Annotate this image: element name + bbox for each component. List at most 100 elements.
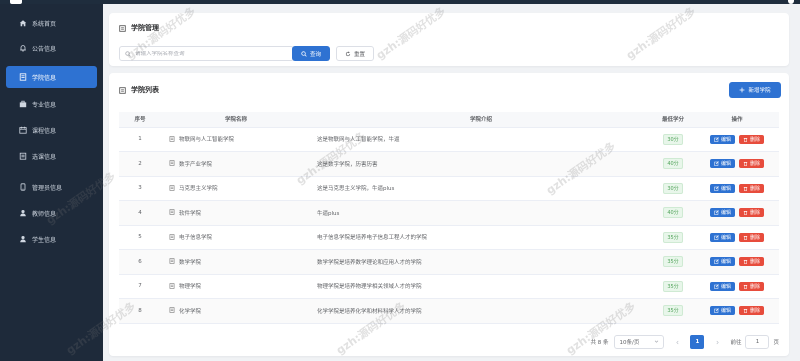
top-bar <box>0 0 800 4</box>
row-name: 数字产业学院 <box>179 161 213 168</box>
edit-button[interactable]: 编辑 <box>709 134 735 144</box>
row-no: 3 <box>119 176 161 201</box>
row-actions: 编辑 删除 <box>695 274 779 299</box>
col-header-no: 序号 <box>119 112 161 128</box>
trash-icon <box>743 137 748 142</box>
sidebar-item-1[interactable]: 公告信息 <box>6 37 97 59</box>
row-intro: 这是数字学院，历害历害 <box>311 151 651 177</box>
row-actions: 编辑 删除 <box>695 176 779 201</box>
refresh-icon <box>345 50 351 57</box>
sidebar-item-3[interactable]: 专业信息 <box>6 93 97 115</box>
row-intro: 牛逼plus <box>311 200 651 226</box>
sidebar-item-label: 教师信息 <box>32 210 57 218</box>
search-card: 学院管理 查询 重置 <box>109 13 789 66</box>
avatar[interactable] <box>788 0 794 4</box>
trash-icon <box>743 186 748 191</box>
row-intro: 这是物联网与人工智能学院，牛逼 <box>311 127 651 152</box>
page-title: 学院管理 <box>119 23 159 33</box>
credit-badge: 35分 <box>663 231 683 243</box>
row-credit-cell: 30分 <box>651 176 695 201</box>
page-size-select[interactable]: 10条/页 <box>614 335 665 349</box>
sidebar-item-7[interactable]: 教师信息 <box>6 202 97 224</box>
col-header-intro: 学院介绍 <box>311 112 651 128</box>
edit-button[interactable]: 编辑 <box>709 281 735 291</box>
delete-label: 删除 <box>750 259 761 266</box>
chevron-left-icon <box>676 340 679 344</box>
row-name-cell: 物联网与人工智能学院 <box>161 127 311 152</box>
sidebar: 系统首页公告信息学院信息专业信息课程信息选课信息管理员信息教师信息学生信息 <box>0 4 103 361</box>
sidebar-item-label: 公告信息 <box>32 45 57 53</box>
document-icon <box>169 307 175 315</box>
sidebar-item-4[interactable]: 课程信息 <box>6 119 97 141</box>
sidebar-item-0[interactable]: 系统首页 <box>6 12 97 34</box>
add-college-button[interactable]: 新增学院 <box>729 82 781 98</box>
prev-page-button[interactable] <box>670 335 684 349</box>
reset-button[interactable]: 重置 <box>336 46 374 61</box>
row-no: 4 <box>119 200 161 226</box>
search-input[interactable] <box>119 46 294 61</box>
row-name: 物理学院 <box>179 284 202 290</box>
row-intro: 数学学院是培养数学理论和应用人才的学院 <box>311 249 651 275</box>
delete-label: 删除 <box>750 308 761 315</box>
goto-label: 前往 <box>730 340 742 346</box>
edit-label: 编辑 <box>720 283 731 290</box>
chevron-right-icon <box>716 340 719 344</box>
clipboard-icon <box>18 152 27 161</box>
document-icon <box>169 258 175 266</box>
delete-button[interactable]: 删除 <box>739 257 765 267</box>
sidebar-item-label: 学生信息 <box>32 236 57 244</box>
edit-button[interactable]: 编辑 <box>709 208 735 218</box>
edit-icon <box>714 235 719 240</box>
delete-label: 删除 <box>750 210 761 217</box>
pagination: 共 8 条 10条/页 1 前往 1 页 <box>584 335 779 349</box>
edit-label: 编辑 <box>720 136 731 143</box>
delete-button[interactable]: 删除 <box>739 183 765 193</box>
credit-badge: 35分 <box>663 305 683 317</box>
sidebar-item-5[interactable]: 选课信息 <box>6 145 97 167</box>
table-row: 6 数学学院 数学学院是培养数学理论和应用人才的学院 35分 编辑 删除 <box>119 249 779 275</box>
delete-button[interactable]: 删除 <box>739 134 765 144</box>
plus-icon <box>739 87 745 93</box>
page-number-current[interactable]: 1 <box>690 335 705 349</box>
sidebar-item-label: 选课信息 <box>32 153 57 161</box>
sidebar-item-8[interactable]: 学生信息 <box>6 228 97 250</box>
delete-button[interactable]: 删除 <box>739 159 765 169</box>
table-row: 1 物联网与人工智能学院 这是物联网与人工智能学院，牛逼 30分 编辑 删除 <box>119 127 779 152</box>
row-credit-cell: 35分 <box>651 225 695 250</box>
edit-button[interactable]: 编辑 <box>709 183 735 193</box>
edit-button[interactable]: 编辑 <box>709 159 735 169</box>
edit-button[interactable]: 编辑 <box>709 306 735 316</box>
row-intro: 这是马克思主义学院，牛逼plus <box>311 176 651 201</box>
edit-button[interactable]: 编辑 <box>709 257 735 267</box>
list-icon <box>119 86 126 94</box>
next-page-button[interactable] <box>710 335 724 349</box>
row-credit-cell: 40分 <box>651 200 695 226</box>
document-icon <box>169 184 175 193</box>
edit-button[interactable]: 编辑 <box>709 232 735 242</box>
sidebar-item-label: 学院信息 <box>32 74 57 82</box>
goto-page-input[interactable]: 1 <box>745 335 770 349</box>
delete-button[interactable]: 删除 <box>739 232 765 242</box>
trash-icon <box>743 284 748 289</box>
row-name-cell: 数字产业学院 <box>161 151 311 177</box>
edit-label: 编辑 <box>720 161 731 168</box>
sidebar-item-label: 管理员信息 <box>32 184 63 192</box>
document-icon <box>169 135 175 144</box>
row-intro: 电子信息学院是培养电子信息工程人才的学院 <box>311 225 651 250</box>
row-actions: 编辑 删除 <box>695 249 779 275</box>
delete-button[interactable]: 删除 <box>739 208 765 218</box>
row-credit-cell: 35分 <box>651 274 695 299</box>
row-actions: 编辑 删除 <box>695 298 779 324</box>
table-row: 2 数字产业学院 这是数字学院，历害历害 40分 编辑 删除 <box>119 151 779 177</box>
table-row: 3 马克思主义学院 这是马克思主义学院，牛逼plus 30分 编辑 删除 <box>119 176 779 201</box>
row-no: 6 <box>119 249 161 275</box>
delete-button[interactable]: 删除 <box>739 306 765 316</box>
row-actions: 编辑 删除 <box>695 127 779 152</box>
query-button[interactable]: 查询 <box>292 46 330 61</box>
sidebar-item-6[interactable]: 管理员信息 <box>6 176 97 198</box>
col-header-actions: 操作 <box>695 112 779 128</box>
search-field[interactable] <box>135 50 285 57</box>
sidebar-item-2[interactable]: 学院信息 <box>6 66 97 88</box>
sidebar-item-label: 系统首页 <box>32 20 57 28</box>
delete-button[interactable]: 删除 <box>739 281 765 291</box>
